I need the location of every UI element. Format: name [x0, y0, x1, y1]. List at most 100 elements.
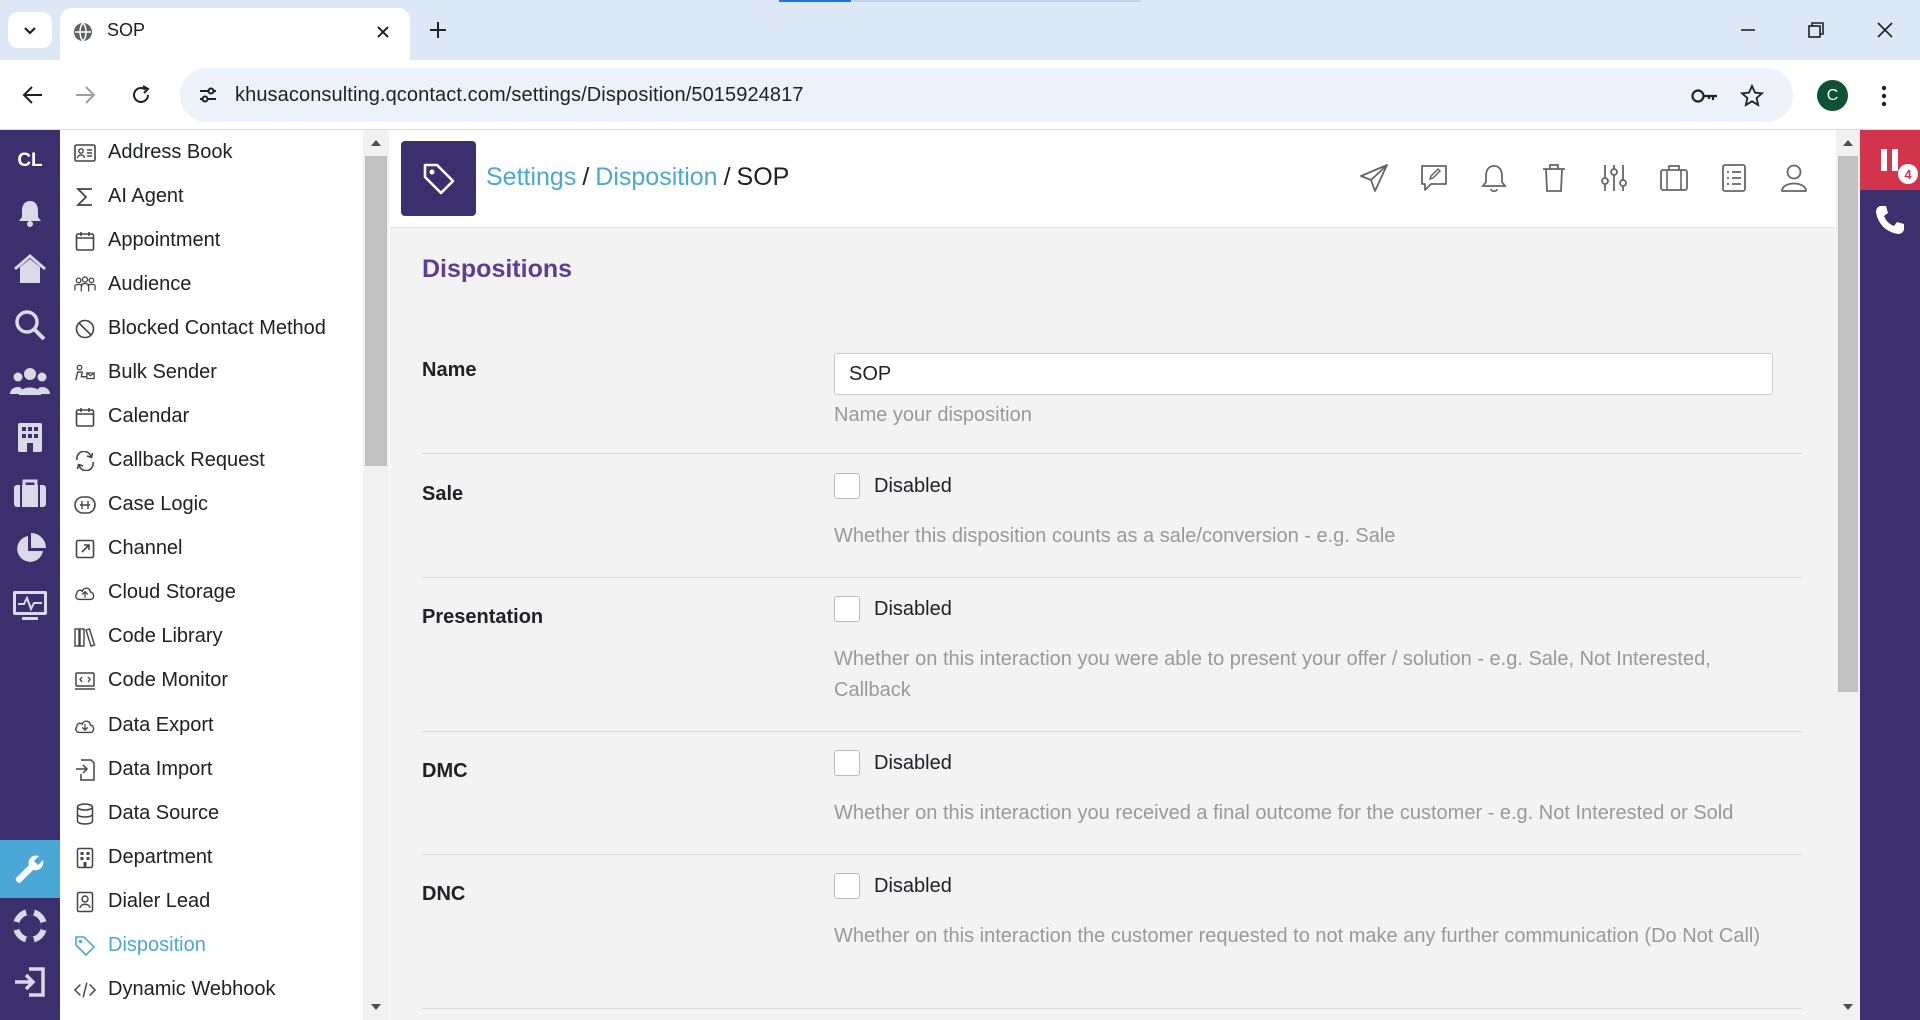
building-icon[interactable] — [0, 409, 60, 465]
calendar-icon — [74, 230, 96, 252]
note-icon[interactable] — [1416, 160, 1452, 196]
checkbox-box[interactable] — [834, 596, 860, 622]
calendar-icon — [74, 406, 96, 428]
browser-tab-active[interactable]: SOP — [60, 8, 410, 60]
search-icon[interactable] — [0, 297, 60, 353]
lifebuoy-icon[interactable] — [0, 898, 60, 954]
user-icon[interactable] — [1776, 160, 1812, 196]
settings-item-address-book[interactable]: Address Book — [60, 130, 360, 174]
settings-item-calendar[interactable]: Calendar — [60, 394, 360, 438]
scrollbar-thumb[interactable] — [1838, 156, 1858, 692]
settings-item-cloud-storage[interactable]: Cloud Storage — [60, 570, 360, 614]
settings-item-department[interactable]: Department — [60, 835, 360, 879]
dnc-row: DNC Disabled Whether on this interaction… — [422, 855, 1802, 1009]
settings-item-label: Audience — [108, 272, 192, 295]
settings-item-data-import[interactable]: Data Import — [60, 747, 360, 791]
tag-icon — [74, 935, 96, 957]
settings-item-label: Channel — [108, 536, 183, 559]
sigma-icon — [74, 186, 96, 208]
arrow-left-icon — [22, 86, 42, 104]
settings-list-scrollbar[interactable] — [363, 130, 389, 1020]
reload-button[interactable] — [123, 77, 159, 113]
presentation-checkbox[interactable]: Disabled — [834, 596, 952, 622]
checkbox-box[interactable] — [834, 750, 860, 776]
checkbox-box[interactable] — [834, 473, 860, 499]
bell-icon[interactable] — [1476, 160, 1512, 196]
dnc-checkbox[interactable]: Disabled — [834, 873, 952, 899]
scrollbar-thumb[interactable] — [365, 156, 387, 466]
settings-item-appointment[interactable]: Appointment — [60, 218, 360, 262]
pie-chart-icon[interactable] — [0, 521, 60, 577]
settings-item-audience[interactable]: Audience — [60, 262, 360, 306]
restore-button[interactable] — [1791, 10, 1841, 50]
close-window-button[interactable] — [1860, 10, 1910, 50]
phone-button[interactable] — [1860, 190, 1920, 250]
brand-logo[interactable]: CL — [0, 150, 60, 172]
scroll-down-arrow-icon[interactable] — [369, 1002, 383, 1012]
main-scrollbar[interactable] — [1836, 130, 1860, 1020]
home-icon[interactable] — [0, 241, 60, 297]
scroll-down-arrow-icon[interactable] — [1841, 1002, 1855, 1012]
sale-state: Disabled — [874, 474, 952, 497]
checkbox-box[interactable] — [834, 873, 860, 899]
settings-item-dynamic-webhook[interactable]: Dynamic Webhook — [60, 967, 360, 1011]
settings-item-data-source[interactable]: Data Source — [60, 791, 360, 835]
back-button[interactable] — [15, 77, 51, 113]
name-input[interactable] — [834, 353, 1773, 395]
wrench-icon[interactable] — [0, 840, 60, 898]
url-text[interactable]: khusaconsulting.qcontact.com/settings/Di… — [235, 84, 804, 107]
tab-search-button[interactable] — [8, 12, 52, 48]
profile-avatar[interactable]: C — [1817, 80, 1848, 111]
briefcase-icon[interactable] — [0, 465, 60, 521]
address-bar[interactable]: khusaconsulting.qcontact.com/settings/Di… — [180, 68, 1793, 122]
logout-icon[interactable] — [0, 954, 60, 1010]
settings-item-bulk-sender[interactable]: Bulk Sender — [60, 350, 360, 394]
pause-count-badge: 4 — [1898, 164, 1918, 184]
scroll-up-arrow-icon[interactable] — [369, 138, 383, 148]
settings-item-channel[interactable]: Channel — [60, 526, 360, 570]
new-tab-button[interactable] — [422, 14, 454, 46]
settings-item-code-library[interactable]: Code Library — [60, 614, 360, 658]
breadcrumb-disposition[interactable]: Disposition — [595, 163, 717, 191]
settings-item-label: Data Source — [108, 801, 220, 824]
briefcase-icon[interactable] — [1656, 160, 1692, 196]
settings-item-label: Code Monitor — [108, 668, 229, 691]
breadcrumb-settings[interactable]: Settings — [486, 163, 576, 191]
sale-checkbox[interactable]: Disabled — [834, 473, 952, 499]
settings-item-label: Dialer Lead — [108, 889, 211, 912]
settings-item-label: Appointment — [108, 228, 221, 251]
site-info-icon[interactable] — [192, 79, 224, 111]
settings-item-case-logic[interactable]: Case Logic — [60, 482, 360, 526]
presentation-help: Whether on this interaction you were abl… — [834, 648, 1711, 701]
forward-button[interactable] — [67, 77, 103, 113]
kebab-menu-icon — [1881, 85, 1887, 107]
app-icon-rail: CL — [0, 130, 60, 1020]
send-icon[interactable] — [1356, 160, 1392, 196]
monitor-icon[interactable] — [0, 577, 60, 633]
key-icon[interactable] — [1690, 81, 1720, 111]
tab-close-icon[interactable] — [369, 18, 397, 46]
settings-item-label: Data Import — [108, 757, 213, 780]
people-icon[interactable] — [0, 353, 60, 409]
browser-menu-button[interactable] — [1872, 78, 1896, 114]
settings-item-code-monitor[interactable]: Code Monitor — [60, 658, 360, 702]
settings-item-data-export[interactable]: Data Export — [60, 703, 360, 747]
sliders-icon[interactable] — [1596, 160, 1632, 196]
settings-item-dialer-lead[interactable]: Dialer Lead — [60, 879, 360, 923]
settings-item-blocked-contact-method[interactable]: Blocked Contact Method — [60, 306, 360, 350]
list-icon[interactable] — [1716, 160, 1752, 196]
minimize-button[interactable] — [1723, 10, 1773, 50]
settings-item-disposition[interactable]: Disposition — [60, 923, 360, 967]
chevron-down-icon — [24, 27, 36, 35]
settings-item-ai-agent[interactable]: AI Agent — [60, 174, 360, 218]
settings-item-label: Cloud Storage — [108, 580, 236, 603]
tag-icon — [401, 141, 476, 216]
phone-icon — [1876, 206, 1904, 234]
star-icon[interactable] — [1737, 81, 1767, 111]
scroll-up-arrow-icon[interactable] — [1841, 138, 1855, 148]
bell-icon[interactable] — [0, 185, 60, 241]
settings-item-label: Bulk Sender — [108, 360, 217, 383]
settings-item-callback-request[interactable]: Callback Request — [60, 438, 360, 482]
trash-icon[interactable] — [1536, 160, 1572, 196]
dmc-checkbox[interactable]: Disabled — [834, 750, 952, 776]
